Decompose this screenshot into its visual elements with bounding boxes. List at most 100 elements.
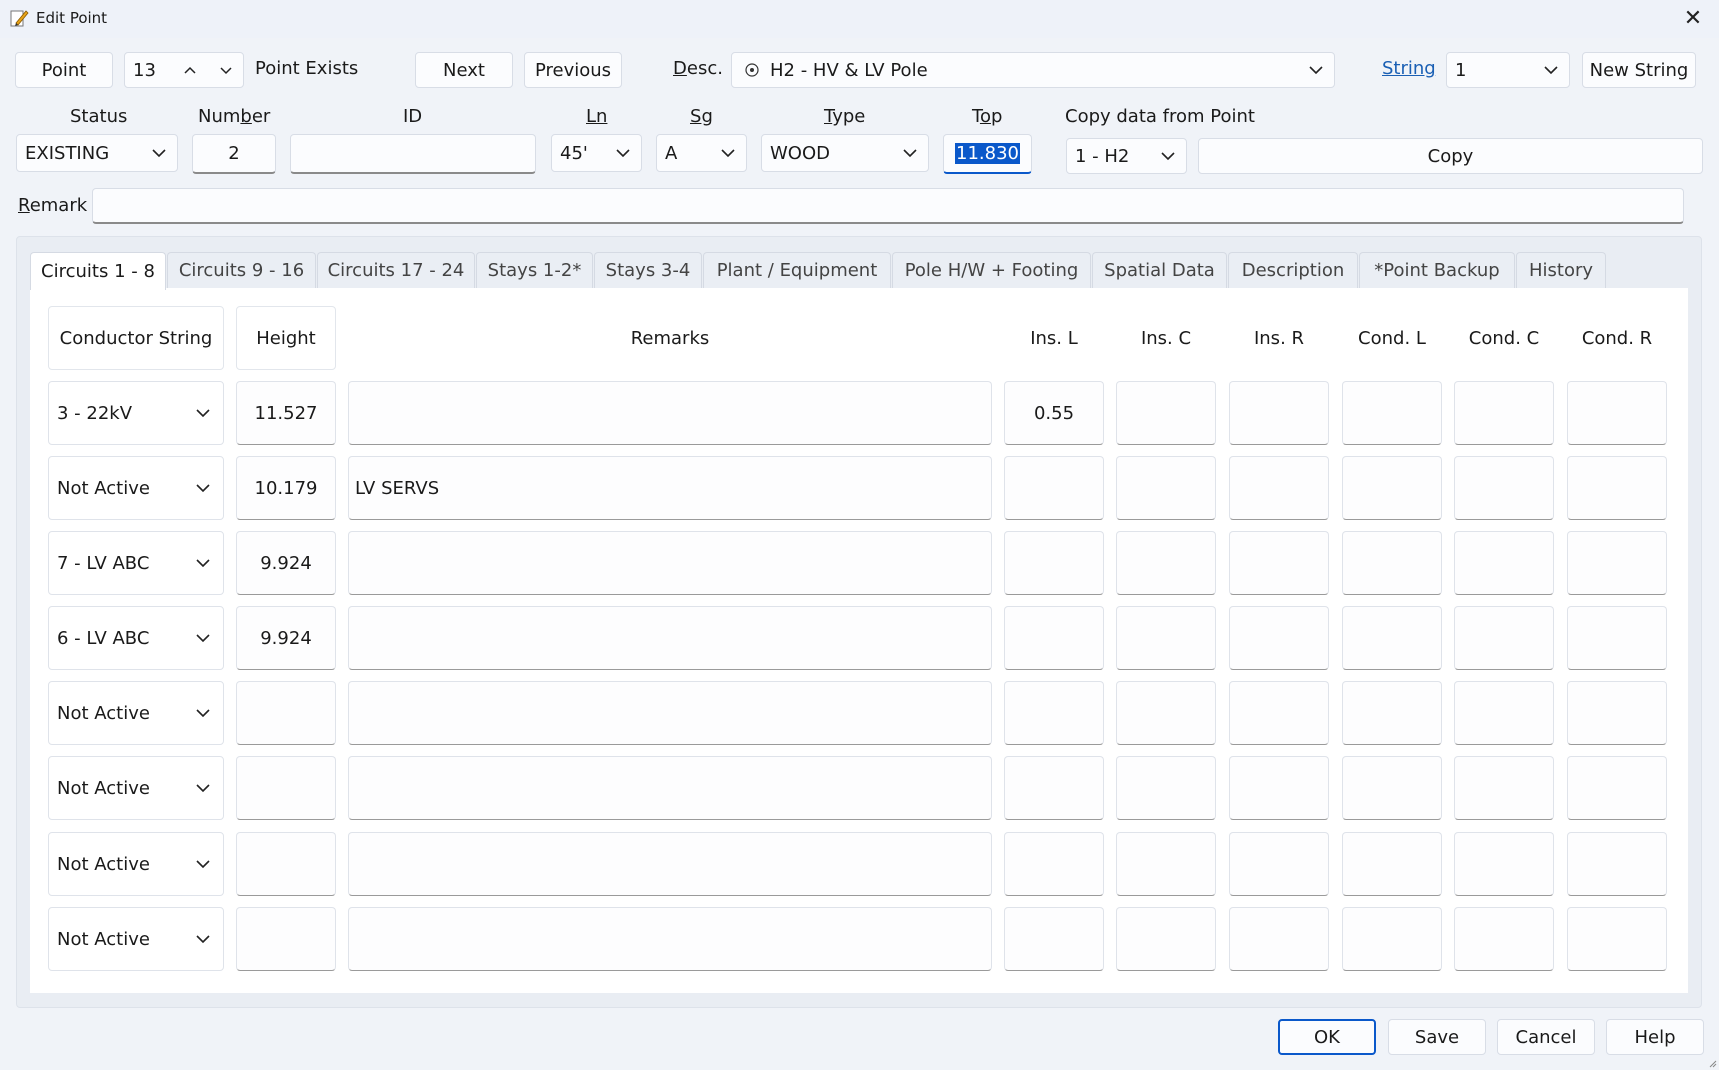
conductor-string-dropdown[interactable]: Not Active <box>48 832 224 896</box>
height-cell[interactable] <box>236 832 336 896</box>
ins-c-cell[interactable] <box>1116 606 1216 670</box>
cond-r-cell[interactable] <box>1567 531 1667 595</box>
resize-grip-icon[interactable] <box>1707 1058 1717 1068</box>
cond-l-cell[interactable] <box>1342 606 1442 670</box>
cond-c-cell[interactable] <box>1454 606 1554 670</box>
ins-c-cell[interactable] <box>1116 456 1216 520</box>
height-cell[interactable]: 9.924 <box>236 606 336 670</box>
tab-stays-3-4[interactable]: Stays 3-4 <box>594 252 702 288</box>
previous-button[interactable]: Previous <box>524 52 622 88</box>
ins-r-cell[interactable] <box>1229 681 1329 745</box>
conductor-string-dropdown[interactable]: Not Active <box>48 456 224 520</box>
ins-r-cell[interactable] <box>1229 907 1329 971</box>
cond-r-cell[interactable] <box>1567 756 1667 820</box>
new-string-button[interactable]: New String <box>1582 52 1696 88</box>
ins-l-cell[interactable]: 0.55 <box>1004 381 1104 445</box>
remarks-cell[interactable] <box>348 756 992 820</box>
tab-plant-equipment[interactable]: Plant / Equipment <box>703 252 891 288</box>
point-number-spinner[interactable]: 13 <box>124 52 244 88</box>
height-cell[interactable] <box>236 681 336 745</box>
ins-l-cell[interactable] <box>1004 907 1104 971</box>
ins-l-cell[interactable] <box>1004 756 1104 820</box>
ins-c-cell[interactable] <box>1116 531 1216 595</box>
conductor-string-dropdown[interactable]: 6 - LV ABC <box>48 606 224 670</box>
cond-l-cell[interactable] <box>1342 756 1442 820</box>
cond-c-cell[interactable] <box>1454 907 1554 971</box>
top-field[interactable]: 11.830 <box>943 134 1032 174</box>
height-cell[interactable]: 11.527 <box>236 381 336 445</box>
conductor-string-dropdown[interactable]: 3 - 22kV <box>48 381 224 445</box>
ins-l-cell[interactable] <box>1004 531 1104 595</box>
remarks-cell[interactable] <box>348 681 992 745</box>
tab-circuits-17-24[interactable]: Circuits 17 - 24 <box>317 252 475 288</box>
ln-dropdown[interactable]: 45' <box>551 134 642 172</box>
ins-c-cell[interactable] <box>1116 381 1216 445</box>
status-dropdown[interactable]: EXISTING <box>16 134 178 172</box>
ins-r-cell[interactable] <box>1229 531 1329 595</box>
help-button[interactable]: Help <box>1606 1019 1704 1055</box>
conductor-string-dropdown[interactable]: Not Active <box>48 907 224 971</box>
height-cell[interactable] <box>236 756 336 820</box>
ins-r-cell[interactable] <box>1229 756 1329 820</box>
string-link[interactable]: String <box>1382 58 1436 79</box>
height-cell[interactable] <box>236 907 336 971</box>
cond-c-cell[interactable] <box>1454 531 1554 595</box>
cond-r-cell[interactable] <box>1567 381 1667 445</box>
cancel-button[interactable]: Cancel <box>1497 1019 1595 1055</box>
tab-point-backup[interactable]: *Point Backup <box>1359 252 1515 288</box>
cond-r-cell[interactable] <box>1567 456 1667 520</box>
conductor-string-dropdown[interactable]: Not Active <box>48 756 224 820</box>
ins-c-cell[interactable] <box>1116 907 1216 971</box>
remark-field[interactable] <box>92 188 1684 224</box>
conductor-string-dropdown[interactable]: Not Active <box>48 681 224 745</box>
remarks-cell[interactable] <box>348 606 992 670</box>
copy-button[interactable]: Copy <box>1198 138 1703 174</box>
ins-r-cell[interactable] <box>1229 832 1329 896</box>
cond-c-cell[interactable] <box>1454 756 1554 820</box>
cond-c-cell[interactable] <box>1454 681 1554 745</box>
copy-from-dropdown[interactable]: 1 - H2 <box>1066 138 1187 174</box>
sg-dropdown[interactable]: A <box>656 134 747 172</box>
remarks-cell[interactable] <box>348 531 992 595</box>
cond-r-cell[interactable] <box>1567 907 1667 971</box>
cond-r-cell[interactable] <box>1567 606 1667 670</box>
chevron-up-icon[interactable] <box>183 65 197 75</box>
cond-c-cell[interactable] <box>1454 456 1554 520</box>
next-button[interactable]: Next <box>415 52 513 88</box>
cond-l-cell[interactable] <box>1342 531 1442 595</box>
tab-circuits-1-8[interactable]: Circuits 1 - 8 <box>30 252 166 290</box>
cond-l-cell[interactable] <box>1342 681 1442 745</box>
remarks-cell[interactable] <box>348 832 992 896</box>
cond-l-cell[interactable] <box>1342 832 1442 896</box>
cond-r-cell[interactable] <box>1567 832 1667 896</box>
string-dropdown[interactable]: 1 <box>1446 52 1570 88</box>
cond-c-cell[interactable] <box>1454 832 1554 896</box>
remarks-cell[interactable]: LV SERVS <box>348 456 992 520</box>
ins-c-cell[interactable] <box>1116 756 1216 820</box>
close-icon[interactable]: ✕ <box>1677 4 1709 32</box>
ins-r-cell[interactable] <box>1229 456 1329 520</box>
number-field[interactable]: 2 <box>192 134 276 174</box>
cond-l-cell[interactable] <box>1342 381 1442 445</box>
ins-c-cell[interactable] <box>1116 681 1216 745</box>
ins-l-cell[interactable] <box>1004 606 1104 670</box>
tab-spatial-data[interactable]: Spatial Data <box>1092 252 1227 288</box>
cond-c-cell[interactable] <box>1454 381 1554 445</box>
ins-r-cell[interactable] <box>1229 606 1329 670</box>
height-cell[interactable]: 9.924 <box>236 531 336 595</box>
tab-circuits-9-16[interactable]: Circuits 9 - 16 <box>167 252 316 288</box>
ok-button[interactable]: OK <box>1278 1019 1376 1055</box>
ins-l-cell[interactable] <box>1004 832 1104 896</box>
id-field[interactable] <box>290 134 536 174</box>
point-button[interactable]: Point <box>15 52 113 88</box>
cond-l-cell[interactable] <box>1342 907 1442 971</box>
type-dropdown[interactable]: WOOD <box>761 134 929 172</box>
tab-description[interactable]: Description <box>1228 252 1358 288</box>
ins-r-cell[interactable] <box>1229 381 1329 445</box>
remarks-cell[interactable] <box>348 381 992 445</box>
tab-history[interactable]: History <box>1516 252 1606 288</box>
ins-l-cell[interactable] <box>1004 456 1104 520</box>
height-cell[interactable]: 10.179 <box>236 456 336 520</box>
ins-c-cell[interactable] <box>1116 832 1216 896</box>
remarks-cell[interactable] <box>348 907 992 971</box>
